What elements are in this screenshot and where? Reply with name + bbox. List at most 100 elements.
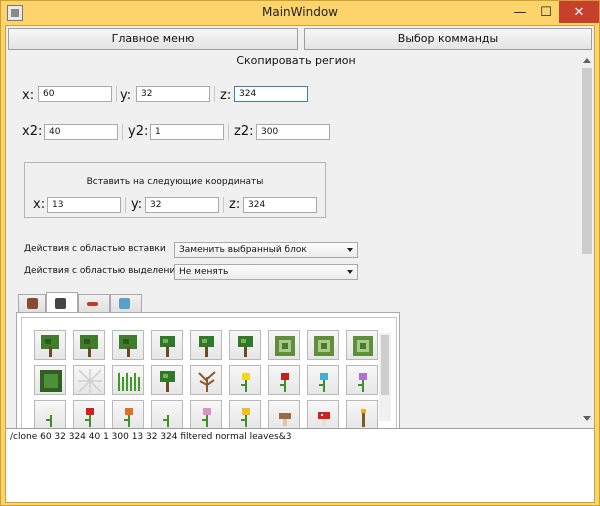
insert-action-label: Действия с областью вставки bbox=[24, 244, 166, 254]
z-input[interactable]: 324 bbox=[234, 86, 308, 102]
x-label: x: bbox=[22, 88, 35, 103]
command-select-button[interactable]: Выбор комманды bbox=[304, 28, 592, 50]
white-tulip-icon bbox=[163, 408, 172, 427]
main-menu-button[interactable]: Главное меню bbox=[8, 28, 298, 50]
command-output[interactable]: /clone 60 32 324 40 1 300 13 32 324 filt… bbox=[6, 428, 594, 502]
acacia-leaves-icon bbox=[314, 336, 334, 356]
jungle-leaves-icon bbox=[275, 336, 295, 356]
separator bbox=[223, 197, 224, 213]
insert-action-select[interactable]: Заменить выбранный блок bbox=[174, 242, 358, 258]
block-slot[interactable] bbox=[73, 365, 105, 395]
orange-tulip-icon bbox=[124, 408, 133, 427]
section-title: Скопировать регион bbox=[236, 54, 356, 67]
tab-plants[interactable] bbox=[46, 292, 78, 313]
block-slot[interactable] bbox=[151, 330, 183, 360]
paste-coordinates-group: Вставить на следующие координаты x: 13 y… bbox=[24, 162, 326, 218]
red-mushroom-icon bbox=[318, 412, 330, 426]
separator bbox=[125, 197, 126, 213]
block-slot[interactable] bbox=[346, 365, 378, 395]
x-input[interactable]: 60 bbox=[38, 86, 112, 102]
block-slot[interactable] bbox=[229, 365, 261, 395]
block-slot[interactable] bbox=[190, 400, 222, 428]
spruce-leaves-icon bbox=[80, 335, 98, 357]
block-slot[interactable] bbox=[190, 330, 222, 360]
oak-sapling-icon bbox=[160, 336, 175, 357]
jungle-sapling-icon bbox=[238, 336, 253, 357]
block-slot[interactable] bbox=[112, 330, 144, 360]
insert-action-value: Заменить выбранный блок bbox=[179, 245, 307, 255]
client-area: Главное меню Выбор комманды Скопировать … bbox=[5, 25, 595, 503]
diamond-icon bbox=[119, 298, 130, 309]
block-slot[interactable] bbox=[229, 330, 261, 360]
main-scrollbar[interactable] bbox=[580, 54, 594, 426]
birch-sapling-icon bbox=[199, 336, 214, 357]
z2-label: z2: bbox=[234, 124, 254, 139]
sunflower-icon bbox=[241, 408, 250, 427]
blue-orchid-icon bbox=[319, 373, 328, 392]
block-slot[interactable] bbox=[112, 400, 144, 428]
block-slot[interactable] bbox=[34, 400, 66, 428]
block-slot[interactable] bbox=[34, 330, 66, 360]
paste-z-input[interactable]: 324 bbox=[243, 197, 317, 213]
tab-blocks[interactable] bbox=[18, 294, 46, 312]
dead-bush-icon bbox=[198, 371, 216, 392]
block-slot[interactable] bbox=[34, 365, 66, 395]
bush-block-icon bbox=[40, 370, 62, 392]
chevron-down-icon bbox=[347, 248, 353, 252]
select-action-select[interactable]: Не менять bbox=[174, 264, 358, 280]
cobweb-icon bbox=[78, 369, 102, 393]
y-input[interactable]: 32 bbox=[136, 86, 210, 102]
minimize-button[interactable]: — bbox=[507, 1, 533, 23]
block-slot[interactable] bbox=[307, 365, 339, 395]
tab-redstone[interactable] bbox=[78, 294, 110, 312]
block-slot[interactable] bbox=[229, 400, 261, 428]
paste-x-label: x: bbox=[33, 197, 46, 212]
oak-leaves-icon bbox=[41, 335, 59, 357]
separator bbox=[214, 86, 215, 102]
paste-y-label: y: bbox=[131, 197, 143, 212]
tall-grass-icon bbox=[118, 373, 140, 391]
y-label: y: bbox=[120, 88, 132, 103]
scroll-down-icon[interactable] bbox=[583, 416, 591, 421]
dandelion-icon bbox=[241, 373, 250, 392]
z-label: z: bbox=[220, 88, 232, 103]
y2-input[interactable]: 1 bbox=[150, 124, 224, 140]
z2-input[interactable]: 300 bbox=[256, 124, 330, 140]
block-slot[interactable] bbox=[346, 330, 378, 360]
poppy-icon bbox=[280, 373, 289, 392]
block-slot[interactable] bbox=[268, 330, 300, 360]
grid-scrollbar[interactable] bbox=[379, 333, 391, 421]
main-scroll-thumb[interactable] bbox=[582, 68, 592, 254]
plant-tab-icon bbox=[55, 298, 66, 309]
block-slot[interactable] bbox=[346, 400, 378, 428]
block-slot[interactable] bbox=[307, 400, 339, 428]
x2-input[interactable]: 40 bbox=[44, 124, 118, 140]
select-action-value: Не менять bbox=[179, 267, 229, 277]
select-action-label: Действия с областью выделения bbox=[24, 266, 181, 276]
grid-scroll-thumb[interactable] bbox=[381, 335, 389, 395]
chevron-down-icon bbox=[347, 270, 353, 274]
separator bbox=[122, 124, 123, 140]
paste-y-input[interactable]: 32 bbox=[145, 197, 219, 213]
scroll-up-icon[interactable] bbox=[583, 58, 591, 63]
tab-misc[interactable] bbox=[110, 294, 142, 312]
close-button[interactable]: ✕ bbox=[559, 1, 599, 23]
block-slot[interactable] bbox=[307, 330, 339, 360]
brown-mushroom-icon bbox=[279, 413, 291, 426]
y2-label: y2: bbox=[128, 124, 149, 139]
block-slot[interactable] bbox=[112, 365, 144, 395]
block-slot[interactable] bbox=[73, 330, 105, 360]
block-slot[interactable] bbox=[151, 400, 183, 428]
title-bar[interactable]: MainWindow — ☐ ✕ bbox=[1, 1, 599, 25]
block-slot[interactable] bbox=[268, 400, 300, 428]
maximize-button[interactable]: ☐ bbox=[533, 1, 559, 23]
block-slot[interactable] bbox=[151, 365, 183, 395]
paste-x-input[interactable]: 13 bbox=[47, 197, 121, 213]
block-slot[interactable] bbox=[73, 400, 105, 428]
pink-tulip-icon bbox=[202, 408, 211, 427]
block-slot[interactable] bbox=[268, 365, 300, 395]
paste-group-title: Вставить на следующие координаты bbox=[86, 177, 264, 187]
block-slot[interactable] bbox=[190, 365, 222, 395]
separator bbox=[116, 86, 117, 102]
brick-block-icon bbox=[27, 298, 38, 309]
